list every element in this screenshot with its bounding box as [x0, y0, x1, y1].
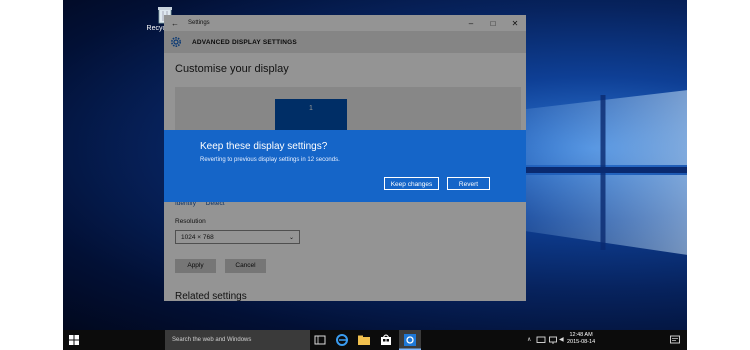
taskbar: Search the web and Windows ∧ ◀ 12:48 AM … [63, 330, 687, 350]
keep-changes-button[interactable]: Keep changes [384, 177, 439, 190]
search-box[interactable]: Search the web and Windows [165, 330, 310, 350]
screen: Recycle Bin ← Settings – □ ✕ ADVANCED DI… [63, 0, 687, 350]
file-explorer-icon[interactable] [357, 333, 371, 347]
windows-start-icon[interactable] [69, 335, 79, 345]
keep-settings-dialog: Keep these display settings? Reverting t… [164, 130, 526, 202]
clock-time: 12:48 AM [569, 332, 593, 338]
message-icon[interactable] [536, 335, 546, 345]
dialog-message: Reverting to previous display settings i… [200, 157, 340, 163]
windows-logo-beams [518, 90, 687, 255]
chevron-up-icon[interactable]: ∧ [527, 330, 531, 350]
revert-button[interactable]: Revert [447, 177, 490, 190]
volume-icon[interactable]: ◀ [559, 330, 564, 350]
clock-date: 2015-08-14 [567, 339, 596, 345]
task-view-icon[interactable] [313, 333, 327, 347]
dialog-title: Keep these display settings? [200, 141, 328, 152]
network-icon[interactable] [548, 335, 558, 345]
system-clock[interactable]: 12:48 AM 2015-08-14 [567, 332, 595, 346]
settings-taskbar-icon[interactable] [399, 330, 421, 350]
action-center-icon[interactable] [669, 334, 681, 346]
store-icon[interactable] [379, 333, 393, 347]
edge-icon[interactable] [335, 333, 349, 347]
